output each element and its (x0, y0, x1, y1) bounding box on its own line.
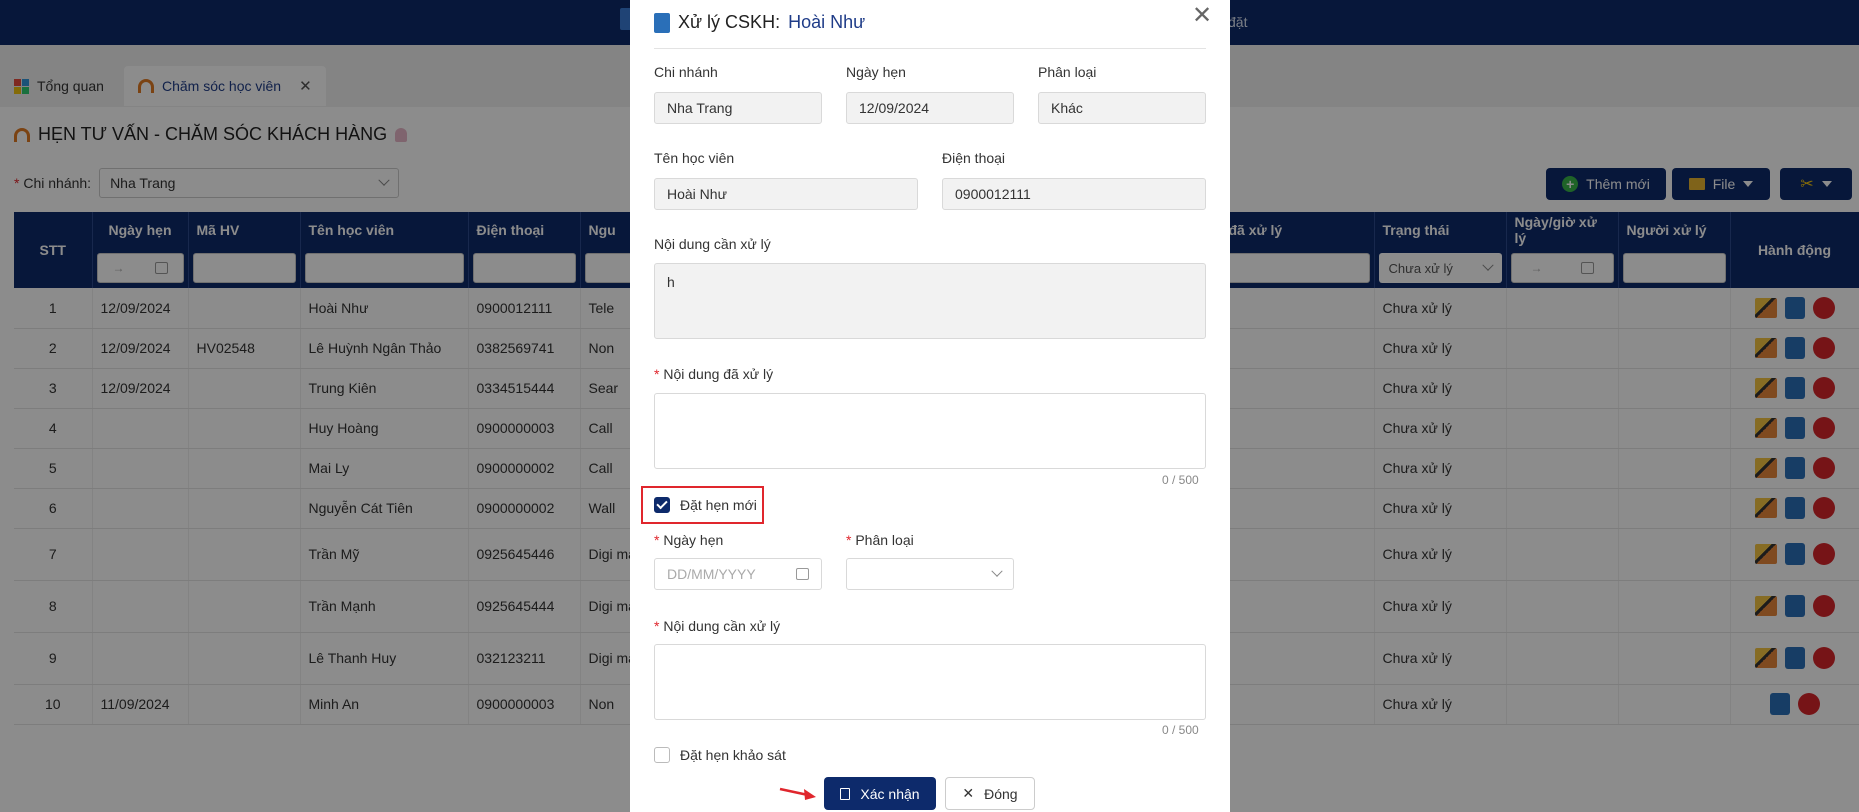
file-icon (840, 787, 851, 800)
red-arrow-icon (779, 787, 816, 800)
new-appointment-checkbox[interactable]: Đặt hẹn mới (654, 497, 757, 513)
new-content-label: * Nội dung cần xử lý (654, 618, 781, 634)
cskh-modal: Xử lý CSKH: Hoài Như ✕ Chi nhánh Nha Tra… (630, 0, 1230, 812)
phone-label: Điện thoại (942, 150, 1006, 166)
new-appointment-label: Đặt hẹn mới (680, 497, 757, 513)
new-content-textarea[interactable] (654, 644, 1206, 720)
chevron-down-icon (991, 565, 1003, 577)
confirm-label: Xác nhận (860, 785, 920, 802)
new-content-label-text: Nội dung cần xử lý (663, 618, 781, 634)
char-counter: 0 / 500 (1162, 723, 1199, 737)
date-label: Ngày hẹn (846, 64, 906, 80)
char-counter: 0 / 500 (1162, 473, 1199, 487)
phone-field[interactable]: 0900012111 (942, 178, 1206, 210)
new-date-placeholder: DD/MM/YYYY (667, 566, 756, 582)
close-label: Đóng (984, 785, 1018, 802)
category-label: Phân loại (1038, 64, 1097, 80)
handled-label-text: Nội dung đã xử lý (663, 366, 774, 382)
close-button[interactable]: ✕ Đóng (945, 777, 1035, 810)
new-category-select[interactable] (846, 558, 1014, 590)
handled-textarea[interactable] (654, 393, 1206, 469)
handled-label: * Nội dung đã xử lý (654, 366, 774, 382)
date-field[interactable]: 12/09/2024 (846, 92, 1014, 124)
new-category-label-text: Phân loại (855, 532, 914, 548)
new-date-label-text: Ngày hẹn (663, 532, 724, 548)
divider (654, 48, 1206, 49)
category-field[interactable]: Khác (1038, 92, 1206, 124)
new-date-label: * Ngày hẹn (654, 532, 724, 548)
content-label: Nội dung cần xử lý (654, 236, 771, 252)
modal-title-prefix: Xử lý CSKH: (678, 12, 781, 32)
new-date-input[interactable]: DD/MM/YYYY (654, 558, 822, 590)
modal-title: Xử lý CSKH: Hoài Như (654, 12, 865, 33)
close-icon[interactable]: ✕ (1192, 4, 1212, 28)
student-label: Tên học viên (654, 150, 735, 166)
modal-title-name: Hoài Như (788, 12, 866, 32)
checkbox-unchecked-icon[interactable] (654, 747, 670, 763)
branch-field[interactable]: Nha Trang (654, 92, 822, 124)
confirm-button[interactable]: Xác nhận (824, 777, 936, 810)
content-textarea[interactable]: h (654, 263, 1206, 339)
branch-label: Chi nhánh (654, 64, 718, 80)
survey-appointment-label: Đặt hẹn khảo sát (680, 747, 786, 763)
checkbox-checked-icon[interactable] (654, 497, 670, 513)
close-icon: ✕ (962, 785, 975, 801)
document-icon (654, 12, 670, 33)
survey-appointment-checkbox[interactable]: Đặt hẹn khảo sát (654, 747, 786, 763)
calendar-icon (796, 568, 809, 580)
student-field[interactable]: Hoài Như (654, 178, 918, 210)
new-category-label: * Phân loại (846, 532, 914, 548)
